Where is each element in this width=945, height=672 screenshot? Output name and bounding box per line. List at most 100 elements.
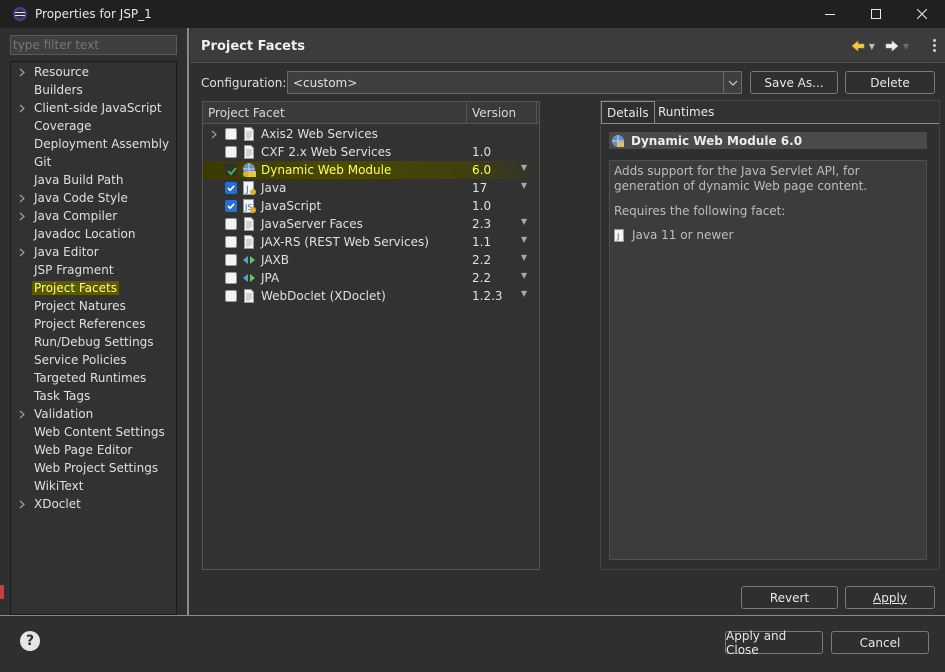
chevron-right-icon[interactable] xyxy=(11,410,32,419)
close-button[interactable] xyxy=(899,0,945,28)
chevron-right-icon[interactable] xyxy=(11,248,32,257)
table-row[interactable]: WebDoclet (XDoclet) 1.2.3 ▼ xyxy=(203,287,539,305)
chevron-right-icon[interactable] xyxy=(11,194,32,203)
table-row[interactable]: JavaServer Faces 2.3 ▼ xyxy=(203,215,539,233)
tree-item[interactable]: Java Build Path xyxy=(11,171,125,189)
tree-item-label: Web Content Settings xyxy=(34,425,165,439)
configuration-select[interactable]: <custom> xyxy=(287,71,742,94)
tree-item[interactable]: Resource xyxy=(11,63,91,81)
property-page-tree[interactable]: Resource Builders Client-side JavaScript Co… xyxy=(10,61,177,615)
help-icon[interactable]: ? xyxy=(20,631,40,651)
facet-checkbox[interactable] xyxy=(225,254,237,266)
tree-item[interactable]: WikiText xyxy=(11,477,86,495)
tree-item[interactable]: Deployment Assembly xyxy=(11,135,171,153)
chevron-right-icon[interactable] xyxy=(11,212,32,221)
table-row[interactable]: Dynamic Web Module 6.0 ▼ xyxy=(203,161,539,179)
table-row[interactable]: JS JavaScript 1.0 xyxy=(203,197,539,215)
apply-button[interactable]: Apply xyxy=(845,586,935,609)
minimize-button[interactable] xyxy=(807,0,853,28)
version-dropdown-icon[interactable]: ▼ xyxy=(521,235,527,244)
tab-details[interactable]: Details xyxy=(601,101,655,123)
tree-item[interactable]: Java Editor xyxy=(11,243,101,261)
table-row[interactable]: JAXB 2.2 ▼ xyxy=(203,251,539,269)
tree-item[interactable]: Web Content Settings xyxy=(11,423,167,441)
tree-item[interactable]: Coverage xyxy=(11,117,94,135)
chevron-right-icon[interactable] xyxy=(209,127,219,141)
tab-runtimes[interactable]: Runtimes xyxy=(653,101,719,123)
tree-item[interactable]: JSP Fragment xyxy=(11,261,116,279)
tree-item-label: Java Build Path xyxy=(34,173,124,187)
save-as-button[interactable]: Save As... xyxy=(750,71,838,94)
chevron-right-icon[interactable] xyxy=(11,104,32,113)
version-dropdown-icon[interactable]: ▼ xyxy=(521,271,527,280)
tree-item-label: Client-side JavaScript xyxy=(34,101,162,115)
back-dropdown-icon[interactable]: ▼ xyxy=(869,42,875,51)
facet-checkbox[interactable] xyxy=(225,218,237,230)
version-dropdown-icon[interactable]: ▼ xyxy=(521,253,527,262)
table-row[interactable]: CXF 2.x Web Services 1.0 xyxy=(203,143,539,161)
save-as-label: Save As... xyxy=(764,75,824,90)
project-facets-table[interactable]: Project Facet Version Axis2 Web Services… xyxy=(202,101,540,570)
tree-item[interactable]: Service Policies xyxy=(11,351,129,369)
cancel-label: Cancel xyxy=(859,635,901,650)
facet-checkbox[interactable] xyxy=(225,272,237,284)
cancel-button[interactable]: Cancel xyxy=(831,631,929,654)
chevron-right-icon[interactable] xyxy=(11,68,32,77)
facet-checkbox-checked[interactable] xyxy=(225,182,237,194)
tree-item[interactable]: Java Compiler xyxy=(11,207,119,225)
tree-item[interactable]: Java Code Style xyxy=(11,189,130,207)
filter-input[interactable] xyxy=(10,35,177,55)
version-dropdown-icon[interactable]: ▼ xyxy=(521,181,527,190)
table-row[interactable]: J Java 17 ▼ xyxy=(203,179,539,197)
tree-item[interactable]: Git xyxy=(11,153,53,171)
version-dropdown-icon[interactable]: ▼ xyxy=(521,217,527,226)
tree-item-label: Resource xyxy=(34,65,90,79)
view-menu-icon[interactable] xyxy=(933,39,936,52)
apply-and-close-button[interactable]: Apply and Close xyxy=(725,629,823,657)
chevron-right-icon[interactable] xyxy=(11,500,32,509)
tree-item[interactable]: Web Project Settings xyxy=(11,459,160,477)
tree-item-label: Web Page Editor xyxy=(34,443,133,457)
tree-item[interactable]: Client-side JavaScript xyxy=(11,99,164,117)
version-dropdown-icon[interactable]: ▼ xyxy=(521,163,527,172)
facet-checkbox-locked[interactable] xyxy=(225,164,237,176)
column-header-project-facet[interactable]: Project Facet xyxy=(203,102,467,124)
delete-button[interactable]: Delete xyxy=(845,71,935,94)
revert-button[interactable]: Revert xyxy=(741,586,838,609)
facet-checkbox[interactable] xyxy=(225,290,237,302)
maximize-button[interactable] xyxy=(853,0,899,28)
tree-item[interactable]: Run/Debug Settings xyxy=(11,333,156,351)
column-header-version[interactable]: Version xyxy=(467,102,537,124)
table-row[interactable]: JPA 2.2 ▼ xyxy=(203,269,539,287)
tree-item[interactable]: Builders xyxy=(11,81,85,99)
facet-checkbox-checked[interactable] xyxy=(225,200,237,212)
forward-arrow-icon[interactable] xyxy=(884,38,900,54)
facet-name: CXF 2.x Web Services xyxy=(261,145,392,159)
tree-item[interactable]: Web Page Editor xyxy=(11,441,134,459)
configuration-label: Configuration: xyxy=(201,76,287,90)
version-dropdown-icon[interactable]: ▼ xyxy=(521,289,527,298)
facet-checkbox[interactable] xyxy=(225,236,237,248)
table-row[interactable]: JAX-RS (REST Web Services) 1.1 ▼ xyxy=(203,233,539,251)
tree-item[interactable]: Project Facets xyxy=(11,279,119,297)
page-icon xyxy=(241,216,257,232)
tree-item[interactable]: XDoclet xyxy=(11,495,83,513)
footer-divider xyxy=(0,615,945,616)
tree-item-label: Targeted Runtimes xyxy=(34,371,147,385)
facet-version: 2.2 xyxy=(472,253,492,267)
back-arrow-icon[interactable] xyxy=(850,38,866,54)
tree-item-label: JSP Fragment xyxy=(34,263,114,277)
tree-item[interactable]: Project References xyxy=(11,315,148,333)
panel-splitter[interactable] xyxy=(187,28,189,615)
facet-checkbox[interactable] xyxy=(225,128,237,140)
tree-item[interactable]: Project Natures xyxy=(11,297,128,315)
forward-dropdown-icon[interactable]: ▼ xyxy=(903,42,909,51)
facet-version: 2.3 xyxy=(472,217,492,231)
tree-item[interactable]: Javadoc Location xyxy=(11,225,137,243)
tree-item[interactable]: Validation xyxy=(11,405,95,423)
facet-checkbox[interactable] xyxy=(225,146,237,158)
tree-item[interactable]: Task Tags xyxy=(11,387,92,405)
tree-item-label: Builders xyxy=(34,83,83,97)
tree-item[interactable]: Targeted Runtimes xyxy=(11,369,148,387)
table-row[interactable]: Axis2 Web Services xyxy=(203,125,539,143)
